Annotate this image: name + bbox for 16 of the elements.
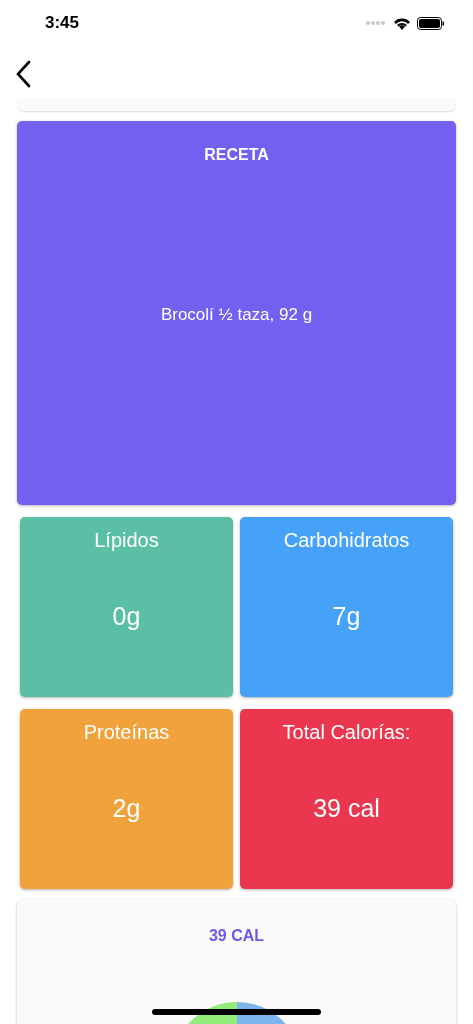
battery-icon <box>417 16 445 30</box>
nutrient-value: 2g <box>112 794 141 823</box>
nutrient-label: Total Calorías: <box>282 721 411 744</box>
status-time: 3:45 <box>45 13 80 33</box>
nutrient-label: Lípidos <box>94 529 159 552</box>
calories-title: 39 CAL <box>208 927 265 945</box>
nutrient-value: 0g <box>112 602 141 631</box>
wifi-icon <box>393 16 411 30</box>
recipe-title: RECETA <box>204 146 269 164</box>
ingredient-text: Brocolí ½ taza, 92 g <box>160 305 313 325</box>
nutrient-value: 7g <box>332 602 361 631</box>
back-icon[interactable] <box>15 60 31 88</box>
signal-icon <box>365 20 387 26</box>
nutrient-label: Proteínas <box>83 721 170 744</box>
nutrient-value: 39 cal <box>313 794 380 823</box>
nutrient-label: Carbohidratos <box>283 529 410 552</box>
